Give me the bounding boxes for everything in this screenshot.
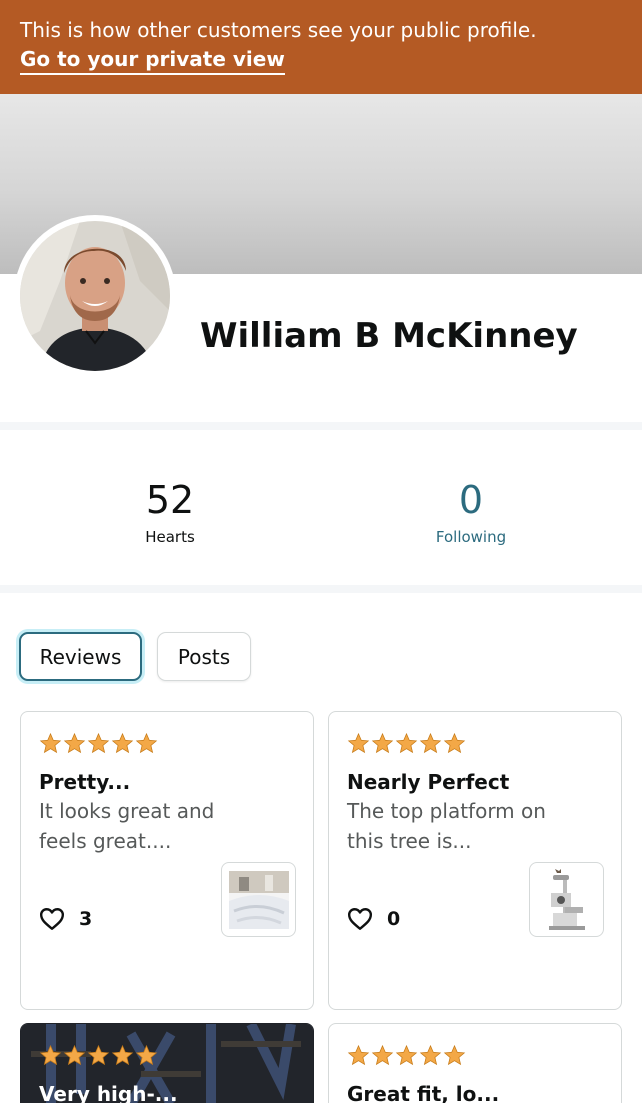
star-icon	[63, 1044, 86, 1066]
star-icon	[395, 1044, 418, 1066]
star-icon	[135, 1044, 158, 1066]
banner-text: This is how other customers see your pub…	[20, 18, 537, 42]
review-card[interactable]: Very high-...	[20, 1023, 314, 1103]
review-card[interactable]: Great fit, lo...	[328, 1023, 622, 1103]
star-rating	[39, 1044, 158, 1066]
review-body: The top platform on this tree is...	[347, 799, 546, 853]
hearts-count: 52	[145, 478, 195, 522]
like-count: 0	[387, 908, 401, 930]
star-rating	[347, 732, 466, 754]
like-count: 3	[79, 908, 93, 930]
review-title: Nearly Perfect	[347, 770, 510, 794]
private-view-link[interactable]: Go to your private view	[20, 46, 285, 75]
star-icon	[443, 1044, 466, 1066]
following-stat[interactable]: 0 Following	[371, 476, 571, 548]
star-icon	[87, 732, 110, 754]
star-icon	[111, 1044, 134, 1066]
star-icon	[111, 732, 134, 754]
heart-icon[interactable]	[39, 907, 65, 931]
star-icon	[63, 732, 86, 754]
product-thumbnail[interactable]	[221, 862, 296, 937]
star-icon	[347, 1044, 370, 1066]
following-count[interactable]: 0	[371, 476, 571, 524]
hearts-stat: 52 Hearts	[70, 476, 270, 548]
like-control[interactable]: 0	[347, 907, 400, 931]
star-icon	[39, 732, 62, 754]
tab-reviews[interactable]: Reviews	[19, 632, 142, 681]
following-label[interactable]: Following	[371, 526, 571, 548]
star-icon	[87, 1044, 110, 1066]
star-icon	[419, 1044, 442, 1066]
star-icon	[371, 732, 394, 754]
like-control[interactable]: 3	[39, 907, 92, 931]
review-body: It looks great and feels great....	[39, 799, 215, 853]
avatar[interactable]	[20, 221, 170, 371]
heart-icon[interactable]	[347, 907, 373, 931]
star-icon	[419, 732, 442, 754]
product-thumbnail[interactable]	[529, 862, 604, 937]
section-divider	[0, 585, 642, 593]
review-title: Great fit, lo...	[347, 1082, 500, 1103]
star-icon	[135, 732, 158, 754]
public-view-banner: This is how other customers see your pub…	[0, 0, 642, 94]
review-title: Pretty...	[39, 770, 131, 794]
star-rating	[39, 732, 158, 754]
star-icon	[443, 732, 466, 754]
star-icon	[347, 732, 370, 754]
review-card[interactable]: Pretty... It looks great and feels great…	[20, 711, 314, 1010]
hearts-label: Hearts	[145, 528, 195, 546]
star-icon	[39, 1044, 62, 1066]
review-title: Very high-...	[39, 1082, 178, 1103]
star-icon	[371, 1044, 394, 1066]
review-card[interactable]: Nearly Perfect The top platform on this …	[328, 711, 622, 1010]
star-rating	[347, 1044, 466, 1066]
section-divider	[0, 422, 642, 430]
star-icon	[395, 732, 418, 754]
tab-posts[interactable]: Posts	[157, 632, 251, 681]
profile-name: William B McKinney	[200, 316, 578, 356]
